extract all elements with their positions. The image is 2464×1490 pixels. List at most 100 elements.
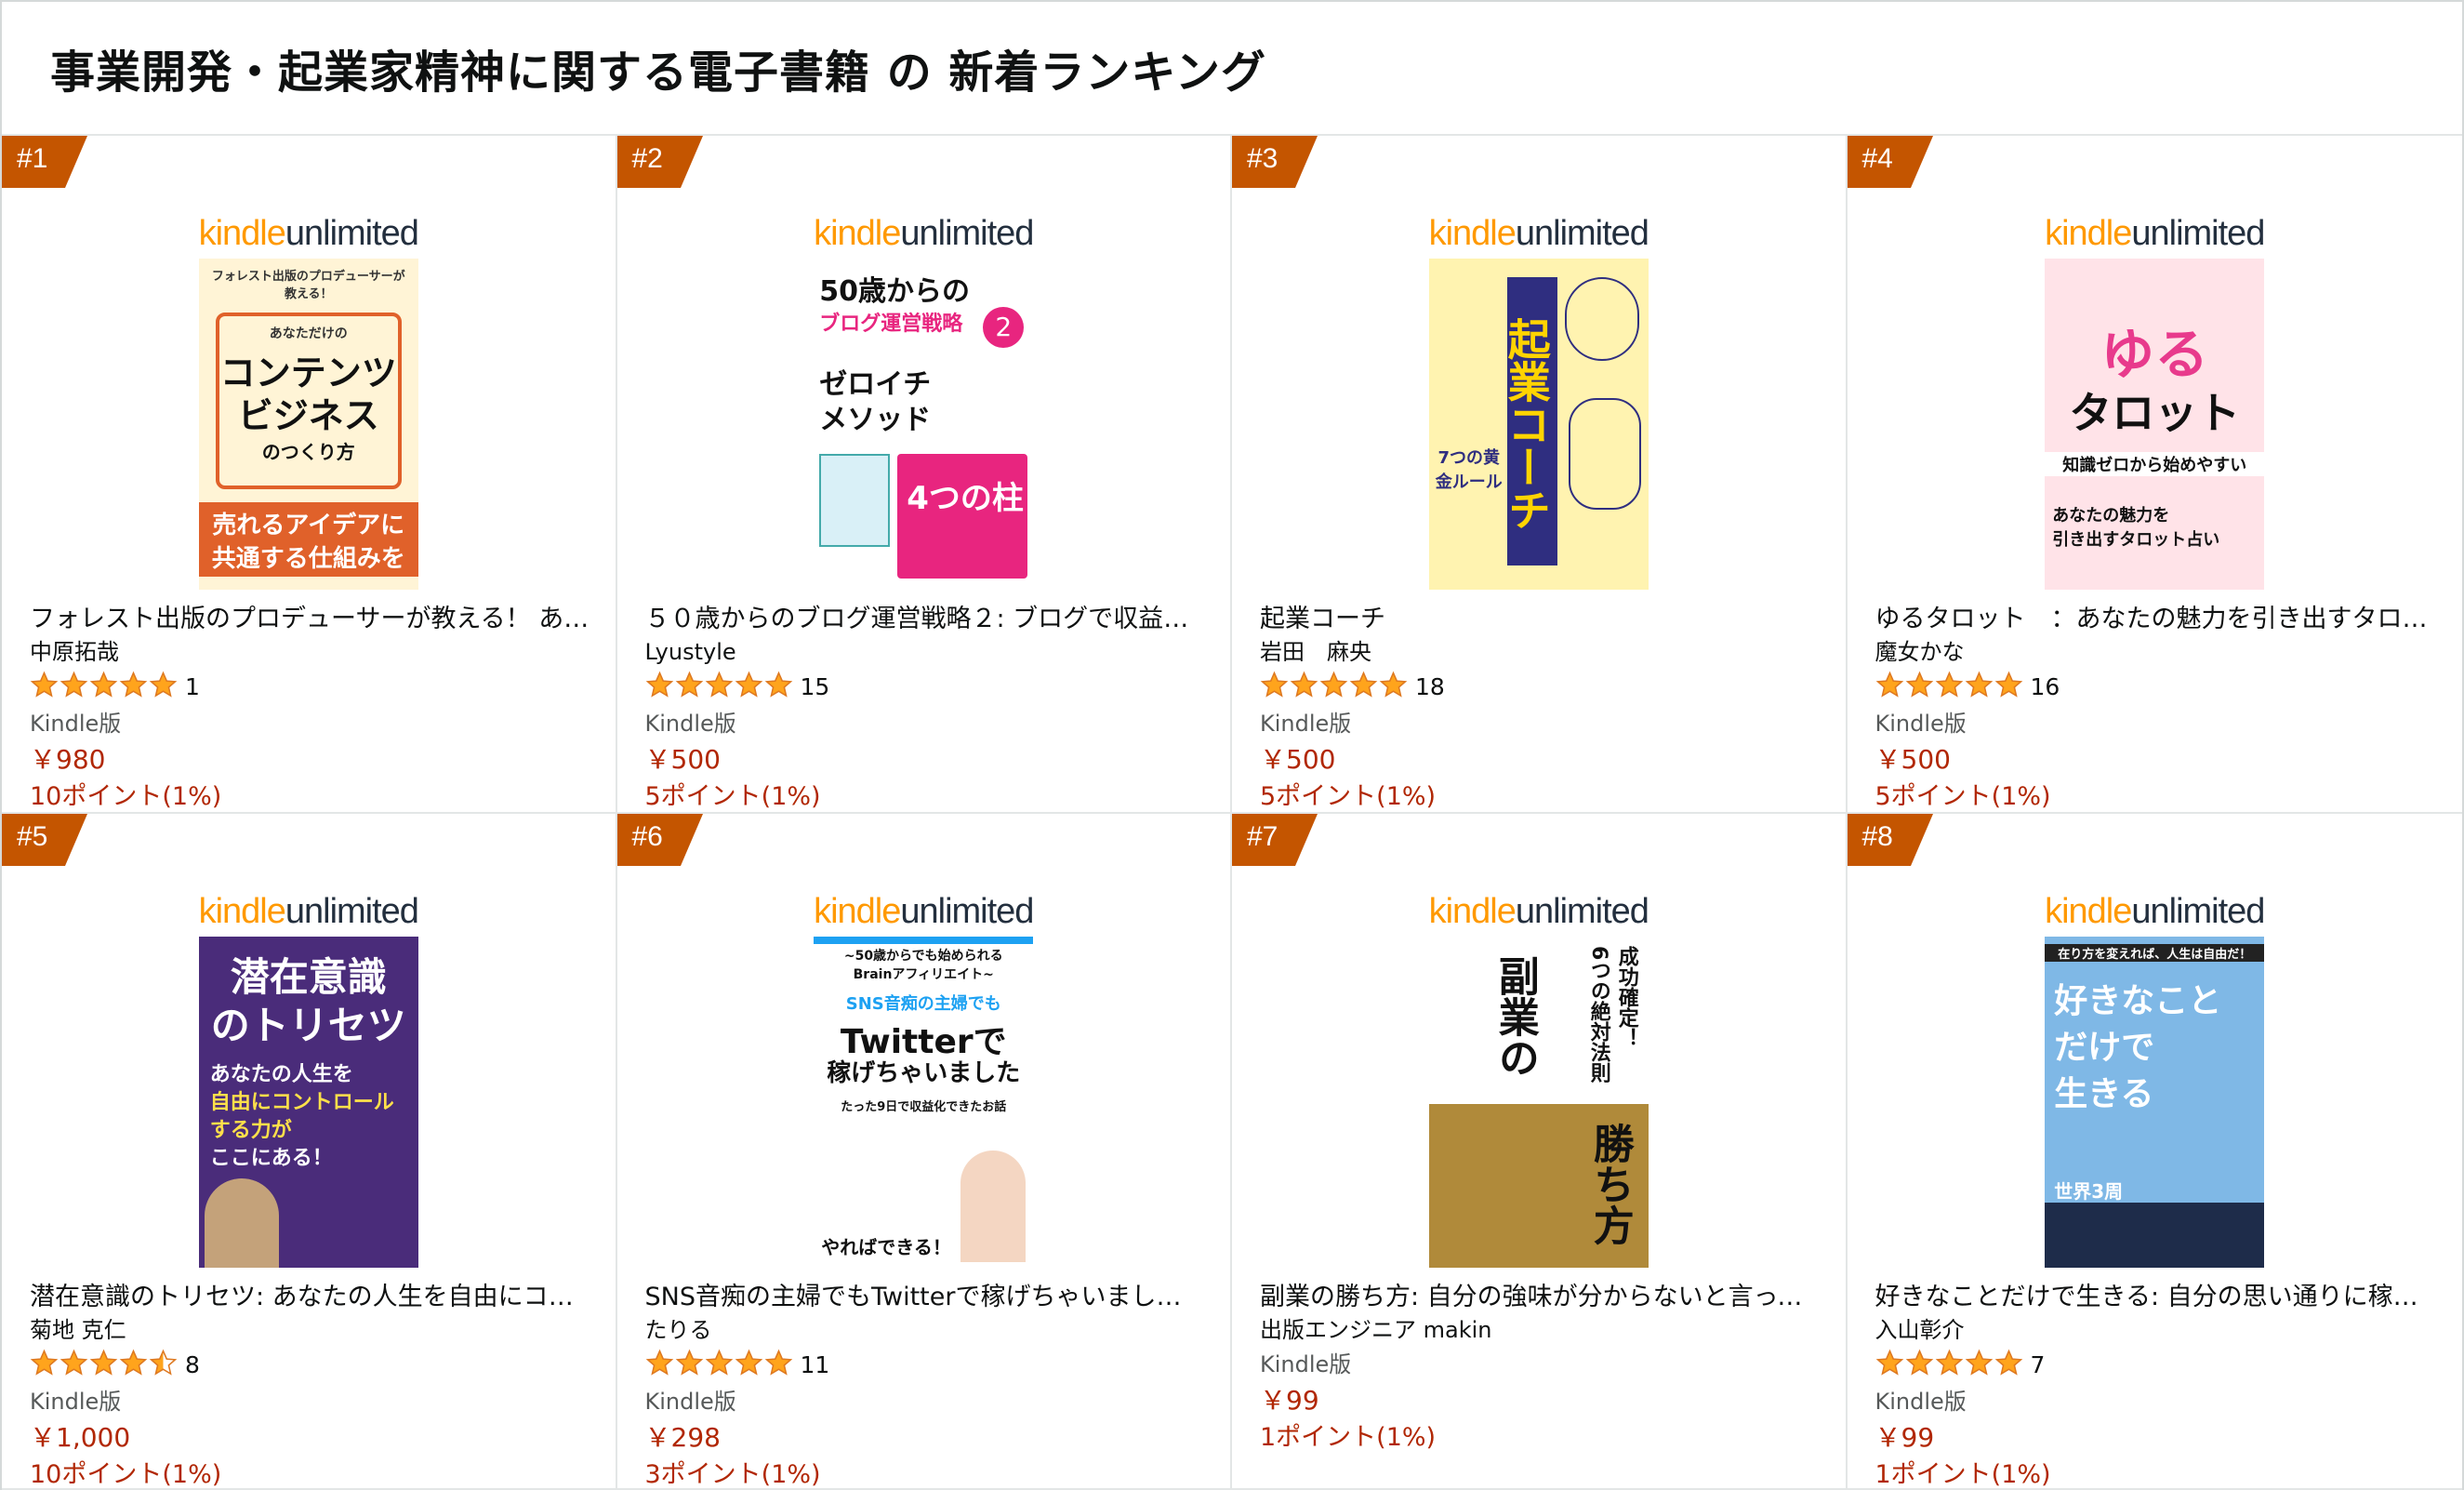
book-format[interactable]: Kindle版 [1260, 1346, 1820, 1383]
rank-badge: #1 [2, 136, 87, 188]
star-icon [735, 671, 763, 703]
book-card[interactable]: #8 kindleunlimited 在り方を変えれば、人生は自由だ！ 好きなこと… [1847, 814, 2462, 1490]
book-format[interactable]: Kindle版 [1875, 1383, 2437, 1420]
cover-text: 成功確定！ [1614, 946, 1638, 1048]
book-price[interactable]: ￥298 [645, 1420, 1205, 1456]
book-format[interactable]: Kindle版 [30, 705, 590, 742]
book-title-link[interactable]: ５０歳からのブログ運営戦略２: ブログで収益を得るゼロイチメソッド [645, 603, 1205, 636]
book-price[interactable]: ￥99 [1260, 1383, 1820, 1418]
book-format[interactable]: Kindle版 [1260, 705, 1820, 742]
rating[interactable]: 7 [1875, 1346, 2437, 1383]
star-rating [30, 1349, 178, 1381]
book-title-link[interactable]: 好きなことだけで生きる: 自分の思い通りに稼ぎ続ける世界3周放浪の旅をした起業家… [1875, 1281, 2437, 1314]
cover-text: たった9日で収益化できたお話 [841, 1100, 1007, 1114]
star-icon [735, 1349, 763, 1381]
book-title-link[interactable]: フォレスト出版のプロデューサーが教える！ あなただけのコンテンツビジネスのつくり… [30, 603, 590, 636]
book-cover[interactable]: ~50歳からでも始められる Brainアフィリエイト~ SNS音痴の主婦でも Twit… [814, 937, 1034, 1268]
rank-label: #2 [631, 143, 663, 174]
page-title: 事業開発・起業家精神に関する電子書籍 の 新着ランキング [50, 47, 1266, 99]
star-icon [675, 671, 704, 703]
rating-count[interactable]: 1 [185, 673, 200, 700]
rating-count[interactable]: 18 [1415, 673, 1445, 700]
book-points: 5ポイント(1%) [1874, 782, 2051, 811]
rank-badge: #4 [1847, 136, 1933, 188]
book-format[interactable]: Kindle版 [1875, 705, 2437, 742]
book-cover[interactable]: 潜在意識 のトリセツ あなたの人生を 自由にコントロール する力が ここにある！ [198, 937, 418, 1268]
star-rating [1875, 1349, 2023, 1381]
kindle-unlimited-logo: kindleunlimited [198, 892, 419, 931]
star-icon [1290, 671, 1318, 703]
book-cover[interactable]: ゆる タロット 知識ゼロから始めやすい あなたの魅力を 引き出すタロット占い [2045, 259, 2265, 590]
rating-count[interactable]: 16 [2031, 673, 2060, 700]
book-cover[interactable]: 起業コーチ 7つの黄金ルール [1428, 259, 1649, 590]
book-price[interactable]: ￥500 [1260, 742, 1820, 778]
star-rating [645, 671, 793, 703]
rating-count[interactable]: 11 [801, 1351, 830, 1378]
cover-text: のトリセツ [210, 1003, 406, 1048]
star-icon [1875, 1349, 1904, 1381]
cover-text: あなたの人生を [209, 1063, 353, 1086]
book-price[interactable]: ￥1,000 [30, 1420, 590, 1456]
book-title-link[interactable]: SNS音痴の主婦でもTwitterで稼げちゃいました！ [645, 1281, 1205, 1314]
cover-text: ~50歳からでも始められる [843, 949, 1003, 964]
rank-badge: #7 [1232, 814, 1318, 866]
book-cover[interactable]: 在り方を変えれば、人生は自由だ！ 好きなこと だけで 生きる 世界3周 [2045, 937, 2265, 1268]
book-card[interactable]: #3 kindleunlimited 起業コーチ 7つの黄金ルール 起業コーチ 岩… [1232, 136, 1848, 814]
book-card[interactable]: #5 kindleunlimited 潜在意識 のトリセツ あなたの人生を 自由にコン… [2, 814, 617, 1490]
rating[interactable]: 11 [645, 1346, 1205, 1383]
star-icon [60, 1349, 88, 1381]
star-icon [645, 671, 674, 703]
rating-count[interactable]: 7 [2031, 1351, 2046, 1378]
kindle-unlimited-logo: kindleunlimited [1428, 892, 1649, 931]
book-price[interactable]: ￥99 [1875, 1420, 2437, 1456]
book-card[interactable]: #7 kindleunlimited 成功確定！ 6つの絶対法則 副業の 勝ち方 副業… [1232, 814, 1848, 1490]
cover-text: ゆる [2100, 323, 2209, 386]
rating[interactable]: 8 [30, 1346, 590, 1383]
book-cover[interactable]: フォレスト出版のプロデューサーが教える！ あなただけの コンテンツ ビジネス のつくり方… [198, 259, 418, 590]
star-icon [60, 671, 88, 703]
book-card[interactable]: #4 kindleunlimited ゆる タロット 知識ゼロから始めやすい あなたの… [1847, 136, 2462, 814]
book-format[interactable]: Kindle版 [30, 1383, 590, 1420]
rating[interactable]: 1 [30, 668, 590, 705]
star-icon [89, 1349, 118, 1381]
book-card[interactable]: #6 kindleunlimited ~50歳からでも始められる Brainアフィ… [616, 814, 1232, 1490]
rating[interactable]: 18 [1260, 668, 1820, 705]
book-title-link[interactable]: ゆるタロット ：あなたの魅力を引き出すタロット占い [1875, 603, 2437, 636]
book-points: 5ポイント(1%) [644, 782, 821, 811]
book-points: 3ポイント(1%) [644, 1460, 821, 1489]
star-icon [1935, 671, 1964, 703]
book-author: たりる [644, 1317, 712, 1343]
rating-count[interactable]: 15 [801, 673, 830, 700]
book-format[interactable]: Kindle版 [645, 705, 1205, 742]
book-title-link[interactable]: 潜在意識のトリセツ: あなたの人生を自由にコントロールする力がここにある！ [30, 1281, 590, 1314]
book-price[interactable]: ￥500 [1875, 742, 2437, 778]
book-cover[interactable]: 成功確定！ 6つの絶対法則 副業の 勝ち方 [1428, 937, 1649, 1268]
rating-count[interactable]: 8 [185, 1351, 200, 1378]
rank-label: #7 [1247, 821, 1278, 852]
kindle-unlimited-logo: kindleunlimited [1428, 214, 1649, 253]
kindle-unlimited-logo: kindleunlimited [2045, 892, 2265, 931]
page-header: 事業開発・起業家精神に関する電子書籍 の 新着ランキング [2, 2, 2462, 136]
cover-text: 知識ゼロから始めやすい [2045, 452, 2265, 476]
book-format[interactable]: Kindle版 [645, 1383, 1205, 1420]
cover-text: だけで [2054, 1029, 2155, 1067]
cover-text: する力が [209, 1119, 292, 1142]
book-price[interactable]: ￥500 [645, 742, 1205, 778]
star-icon [149, 671, 178, 703]
book-title-link[interactable]: 起業コーチ [1260, 603, 1820, 636]
book-card[interactable]: #2 kindleunlimited 2 50歳からの ブログ運営戦略 ゼロイチ メソッ… [616, 136, 1232, 814]
book-price[interactable]: ￥980 [30, 742, 590, 778]
cover-text: 7つの黄金ルール [1435, 448, 1503, 492]
cover-text: 起業コーチ [1502, 277, 1557, 565]
book-title-link[interactable]: 副業の勝ち方: 自分の強味が分からないと言っていた普通の人が次々と成功をゲット！ [1260, 1281, 1820, 1314]
rating[interactable]: 16 [1875, 668, 2437, 705]
book-info: 好きなことだけで生きる: 自分の思い通りに稼ぎ続ける世界3周放浪の旅をした起業家… [1875, 1281, 2437, 1488]
rating[interactable]: 15 [645, 668, 1205, 705]
book-cover[interactable]: 2 50歳からの ブログ運営戦略 ゼロイチ メソッド 4つの柱 [814, 259, 1034, 590]
book-points: 1ポイント(1%) [1260, 1423, 1437, 1452]
book-card[interactable]: #1 kindleunlimited フォレスト出版のプロデューサーが教える！ あ… [2, 136, 617, 814]
book-author: 岩田 麻央 [1260, 639, 1371, 665]
cover-text: ビジネス [237, 395, 379, 436]
kindle-unlimited-logo: kindleunlimited [198, 214, 419, 253]
rank-label: #3 [1247, 143, 1278, 174]
